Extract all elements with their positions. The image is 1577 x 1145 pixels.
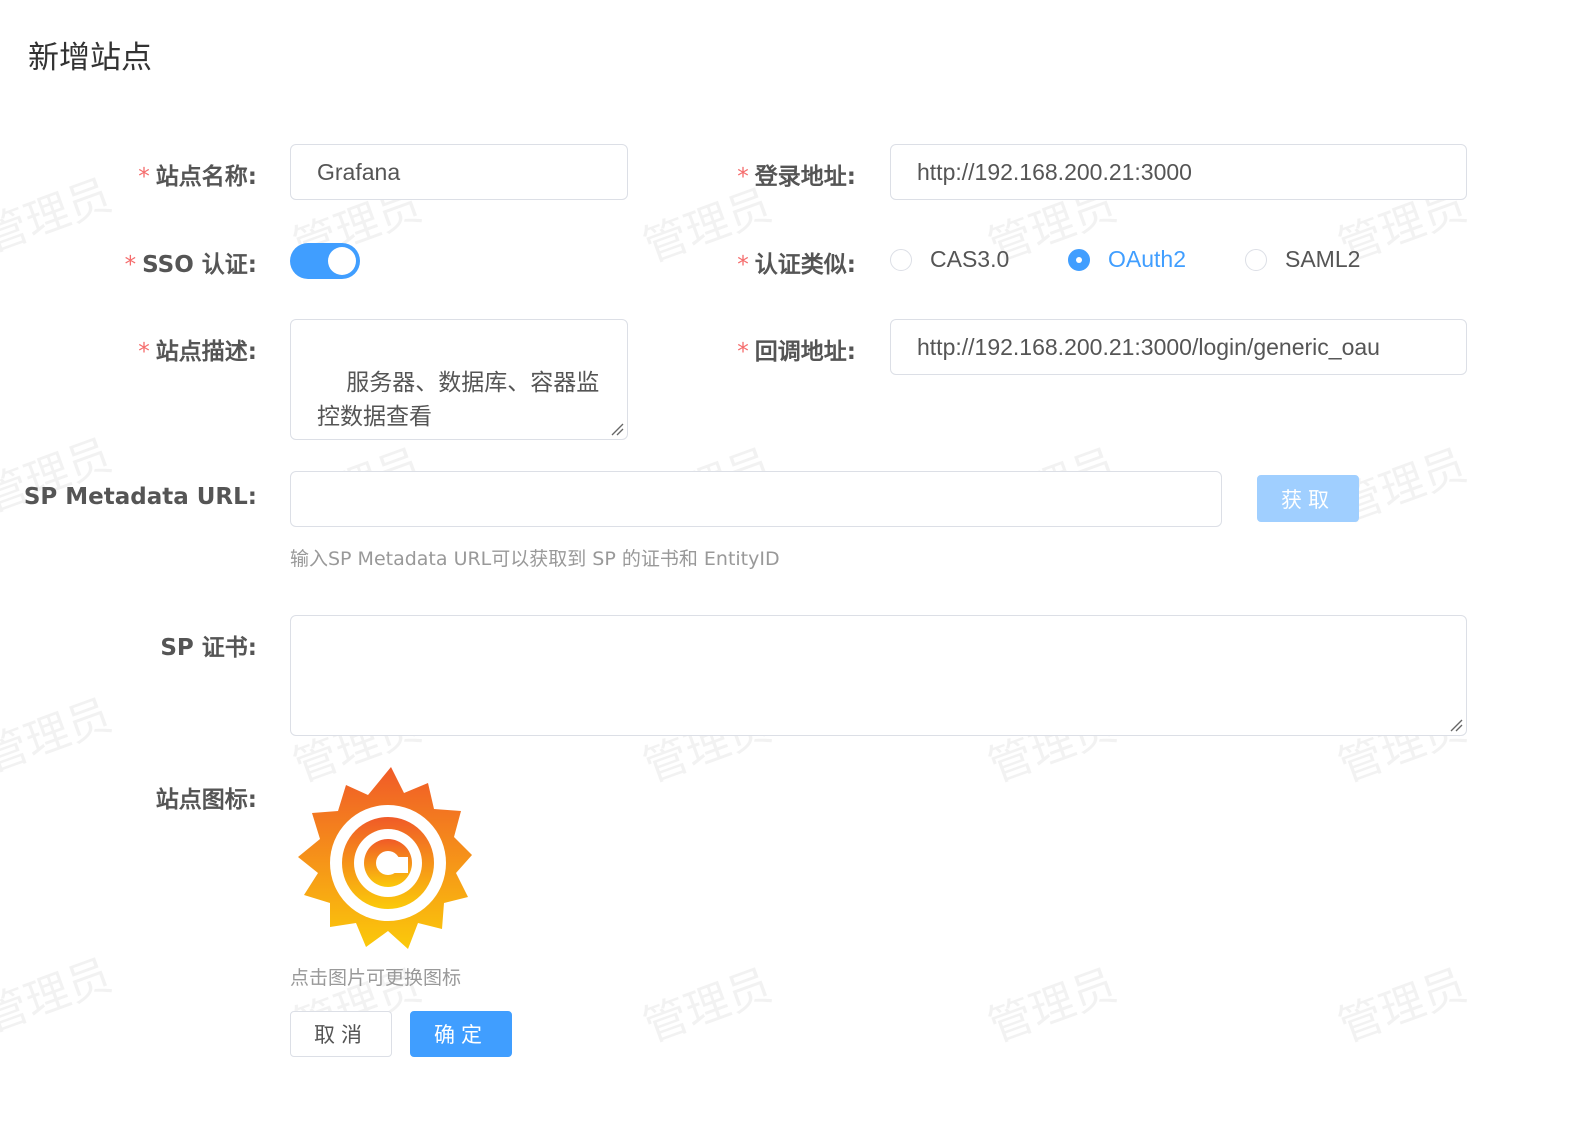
required-mark: * (737, 164, 749, 190)
site-name-value: Grafana (317, 158, 401, 185)
site-icon-label: 站点图标: (156, 780, 257, 814)
site-name-label-text: 站点名称: (155, 164, 257, 190)
site-icon-hint: 点击图片可更换图标 (290, 967, 462, 989)
sp-cert-label-text: SP 证书: (160, 635, 257, 661)
resize-handle-icon[interactable] (1449, 718, 1463, 732)
radio-oauth2[interactable]: OAuth2 (1068, 246, 1186, 273)
site-name-label: * 站点名称: (138, 157, 257, 191)
grafana-logo-icon[interactable] (296, 765, 474, 955)
required-mark: * (138, 339, 150, 365)
sp-metadata-input[interactable] (290, 471, 1222, 527)
toggle-knob (328, 247, 356, 275)
login-url-value: http://192.168.200.21:3000 (917, 158, 1192, 185)
cancel-button[interactable]: 取消 (290, 1011, 392, 1057)
watermark: 管理员 (0, 949, 119, 1043)
resize-handle-icon[interactable] (610, 422, 624, 436)
watermark: 管理员 (636, 959, 779, 1053)
watermark: 管理员 (0, 689, 119, 783)
watermark: 管理员 (0, 169, 119, 263)
sso-label-text: SSO 认证: (142, 252, 257, 278)
radio-cas3-label: CAS3.0 (930, 246, 1010, 272)
sp-cert-textarea[interactable] (290, 615, 1467, 736)
auth-type-label-text: 认证类似: (754, 252, 856, 278)
radio-circle-icon (1245, 248, 1267, 271)
callback-url-input[interactable]: http://192.168.200.21:3000/login/generic… (890, 319, 1467, 375)
sp-cert-label: SP 证书: (160, 628, 257, 662)
radio-checked-icon (1068, 248, 1090, 271)
sp-metadata-label-text: SP Metadata URL: (23, 484, 257, 510)
site-name-input[interactable]: Grafana (290, 144, 628, 200)
site-desc-label-text: 站点描述: (155, 339, 257, 365)
auth-type-label: * 认证类似: (737, 245, 856, 279)
radio-circle-icon (890, 248, 912, 271)
radio-saml2-label: SAML2 (1285, 246, 1361, 272)
watermark: 管理员 (1331, 959, 1474, 1053)
site-icon-label-text: 站点图标: (155, 787, 257, 813)
callback-url-value: http://192.168.200.21:3000/login/generic… (917, 333, 1380, 360)
radio-saml2[interactable]: SAML2 (1245, 246, 1360, 273)
watermark: 管理员 (981, 959, 1124, 1053)
login-url-label: * 登录地址: (737, 157, 856, 191)
login-url-label-text: 登录地址: (754, 164, 856, 190)
site-desc-textarea[interactable]: 服务器、数据库、容器监控数据查看 (290, 319, 628, 440)
confirm-button[interactable]: 确定 (410, 1011, 512, 1057)
sso-label: * SSO 认证: (125, 245, 257, 279)
radio-cas3[interactable]: CAS3.0 (890, 246, 1009, 273)
site-desc-value: 服务器、数据库、容器监控数据查看 (317, 370, 600, 430)
required-mark: * (138, 164, 150, 190)
add-site-page: 管理员 管理员 管理员 管理员 管理员 管理员 管理员 管理员 管理员 管理员 … (0, 0, 1577, 1145)
required-mark: * (124, 252, 137, 278)
sp-metadata-hint: 输入SP Metadata URL可以获取到 SP 的证书和 EntityID (290, 548, 780, 570)
page-title: 新增站点 (28, 40, 152, 76)
fetch-button[interactable]: 获取 (1257, 475, 1359, 522)
required-mark: * (737, 339, 749, 365)
required-mark: * (737, 252, 749, 278)
callback-url-label: * 回调地址: (737, 332, 856, 366)
callback-url-label-text: 回调地址: (754, 339, 856, 365)
site-desc-label: * 站点描述: (138, 332, 257, 366)
sso-toggle[interactable] (290, 243, 360, 279)
radio-oauth2-label: OAuth2 (1108, 246, 1186, 272)
sp-metadata-label: SP Metadata URL: (24, 484, 257, 510)
login-url-input[interactable]: http://192.168.200.21:3000 (890, 144, 1467, 200)
